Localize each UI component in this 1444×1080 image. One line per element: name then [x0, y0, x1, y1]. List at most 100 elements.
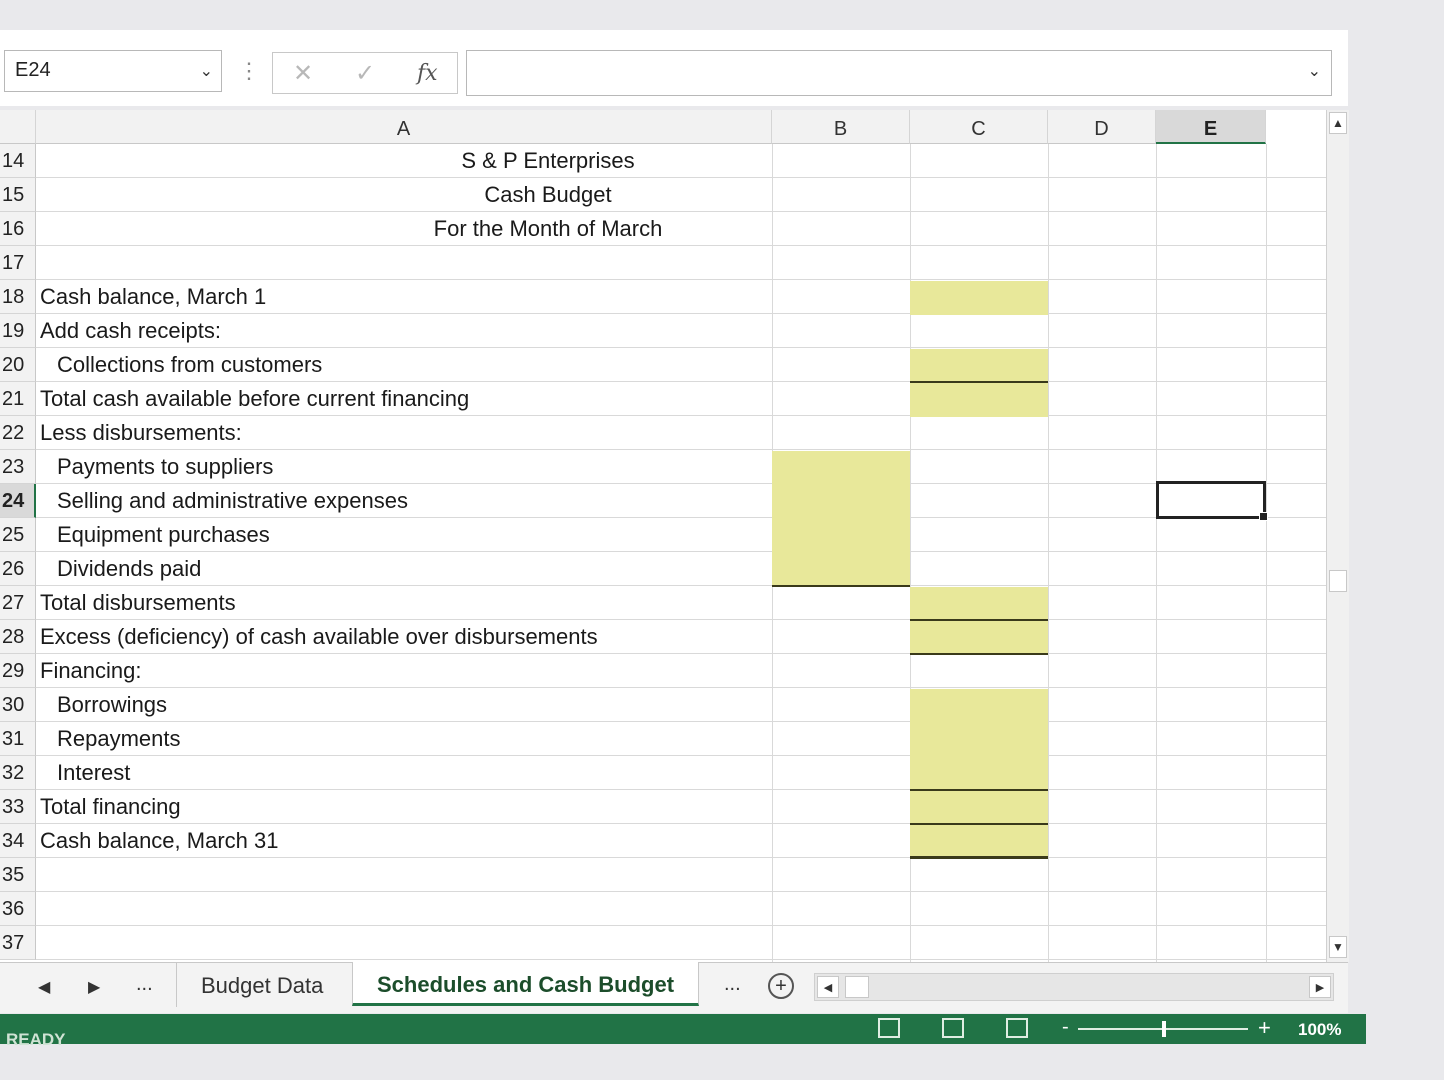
row-header-36[interactable]: 36: [0, 892, 36, 926]
cell-a27[interactable]: Total disbursements: [40, 590, 236, 616]
vertical-scrollbar[interactable]: ▲ ▼: [1326, 110, 1349, 962]
scroll-left-icon[interactable]: ◀: [817, 976, 839, 998]
prev-sheet-icon[interactable]: ◀: [38, 977, 50, 997]
cell-a25[interactable]: Equipment purchases: [57, 522, 270, 548]
row-header-21[interactable]: 21: [0, 382, 36, 416]
cell-a32[interactable]: Interest: [57, 760, 130, 786]
cell-a31[interactable]: Repayments: [57, 726, 181, 752]
page-layout-view-icon[interactable]: [942, 1018, 964, 1038]
row-header-30[interactable]: 30: [0, 688, 36, 722]
row-header-24[interactable]: 24: [0, 484, 36, 518]
formula-input[interactable]: ⌄: [466, 50, 1332, 96]
row-header-37[interactable]: 37: [0, 926, 36, 960]
cell-a33[interactable]: Total financing: [40, 794, 181, 820]
cell-a26[interactable]: Dividends paid: [57, 556, 201, 582]
input-cell-c18[interactable]: [910, 281, 1048, 315]
gridline: [36, 313, 1326, 314]
row-header-16[interactable]: 16: [0, 212, 36, 246]
cell-a30[interactable]: Borrowings: [57, 692, 167, 718]
input-cells-c30-c34[interactable]: [910, 689, 1048, 859]
underline: [910, 619, 1048, 621]
gridline: [1048, 144, 1049, 962]
chevron-down-icon[interactable]: ⌄: [200, 61, 213, 81]
underline: [910, 789, 1048, 791]
cell-a19[interactable]: Add cash receipts:: [40, 318, 221, 344]
more-sheets-right[interactable]: ...: [724, 973, 741, 996]
horizontal-scroll-thumb[interactable]: [845, 976, 869, 998]
row-header-28[interactable]: 28: [0, 620, 36, 654]
more-sheets-left[interactable]: ...: [136, 973, 153, 996]
cell-a21[interactable]: Total cash available before current fina…: [40, 386, 469, 412]
scroll-down-icon[interactable]: ▼: [1329, 936, 1347, 958]
row-header-31[interactable]: 31: [0, 722, 36, 756]
row-header-26[interactable]: 26: [0, 552, 36, 586]
row-header-15[interactable]: 15: [0, 178, 36, 212]
cell-a20[interactable]: Collections from customers: [57, 352, 322, 378]
next-sheet-icon[interactable]: ▶: [88, 977, 100, 997]
row-header-19[interactable]: 19: [0, 314, 36, 348]
page-break-view-icon[interactable]: [1006, 1018, 1028, 1038]
zoom-slider-knob[interactable]: [1162, 1021, 1166, 1037]
cell-a16[interactable]: For the Month of March: [36, 216, 1060, 242]
row-header-22[interactable]: 22: [0, 416, 36, 450]
row-header-35[interactable]: 35: [0, 858, 36, 892]
tab-schedules-and-cash-budget[interactable]: Schedules and Cash Budget: [352, 962, 700, 1006]
cancel-icon[interactable]: ✕: [293, 59, 313, 88]
row-header-20[interactable]: 20: [0, 348, 36, 382]
normal-view-icon[interactable]: [878, 1018, 900, 1038]
input-cells-c27-c28[interactable]: [910, 587, 1048, 655]
add-sheet-icon[interactable]: +: [768, 973, 794, 999]
zoom-out-icon[interactable]: -: [1062, 1016, 1069, 1039]
insert-function-icon[interactable]: fx: [417, 61, 438, 86]
row-header-33[interactable]: 33: [0, 790, 36, 824]
cell-a34[interactable]: Cash balance, March 31: [40, 828, 278, 854]
cell-a18[interactable]: Cash balance, March 1: [40, 284, 266, 310]
input-cell-c20[interactable]: [910, 349, 1048, 383]
scroll-thumb[interactable]: [1329, 570, 1347, 592]
row-header-17[interactable]: 17: [0, 246, 36, 280]
tab-budget-data[interactable]: Budget Data: [176, 963, 347, 1007]
row-header-27[interactable]: 27: [0, 586, 36, 620]
gridline: [36, 245, 1326, 246]
cell-a23[interactable]: Payments to suppliers: [57, 454, 273, 480]
gridline: [36, 823, 1326, 824]
cell-a29[interactable]: Financing:: [40, 658, 142, 684]
horizontal-scrollbar[interactable]: ◀ ▶: [814, 973, 1334, 1001]
gridline: [36, 653, 1326, 654]
expand-formula-icon[interactable]: ⌄: [1308, 61, 1321, 81]
more-options-icon[interactable]: ⋮: [238, 58, 260, 84]
gridline: [36, 551, 1326, 552]
scroll-right-icon[interactable]: ▶: [1309, 976, 1331, 998]
fill-handle[interactable]: [1259, 512, 1268, 521]
column-header-d[interactable]: D: [1048, 110, 1156, 144]
row-header-23[interactable]: 23: [0, 450, 36, 484]
row-header-14[interactable]: 14: [0, 144, 36, 178]
row-header-34[interactable]: 34: [0, 824, 36, 858]
select-all-corner[interactable]: [0, 110, 36, 144]
gridline: [36, 381, 1326, 382]
zoom-level[interactable]: 100%: [1298, 1020, 1341, 1040]
column-header-c[interactable]: C: [910, 110, 1048, 144]
cell-a28[interactable]: Excess (deficiency) of cash available ov…: [40, 624, 598, 650]
name-box[interactable]: E24 ⌄: [4, 50, 222, 92]
cell-a14[interactable]: S & P Enterprises: [36, 148, 1060, 174]
scroll-up-icon[interactable]: ▲: [1329, 112, 1347, 134]
column-header-a[interactable]: A: [36, 110, 772, 144]
column-header-b[interactable]: B: [772, 110, 910, 144]
row-header-18[interactable]: 18: [0, 280, 36, 314]
row-header-32[interactable]: 32: [0, 756, 36, 790]
input-cells-b23-b26[interactable]: [772, 451, 910, 587]
zoom-in-icon[interactable]: +: [1258, 1015, 1271, 1041]
gridline: [1156, 144, 1157, 962]
row-header-25[interactable]: 25: [0, 518, 36, 552]
row-header-29[interactable]: 29: [0, 654, 36, 688]
gridline: [36, 517, 1326, 518]
cell-a24[interactable]: Selling and administrative expenses: [57, 488, 408, 514]
column-header-e[interactable]: E: [1156, 110, 1266, 144]
enter-icon[interactable]: ✓: [355, 59, 375, 88]
active-cell-e24[interactable]: [1156, 481, 1268, 521]
worksheet-grid[interactable]: A B C D E 14 S & P Enterprises 15 Cash Budg…: [0, 110, 1326, 962]
cell-a22[interactable]: Less disbursements:: [40, 420, 242, 446]
input-cell-c21[interactable]: [910, 383, 1048, 417]
cell-a15[interactable]: Cash Budget: [36, 182, 1060, 208]
